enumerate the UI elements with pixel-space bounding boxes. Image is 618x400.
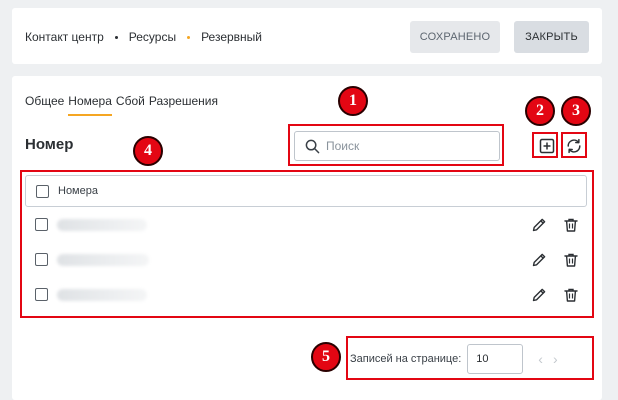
tab-bar: Общее Номера Сбой Разрешения	[25, 94, 222, 116]
tab-general[interactable]: Общее	[25, 94, 64, 116]
tab-numbers[interactable]: Номера	[68, 94, 112, 116]
breadcrumb-resources[interactable]: Ресурсы	[129, 30, 176, 44]
breadcrumb-separator	[114, 35, 118, 39]
annotation-marker-2: 2	[525, 96, 555, 126]
saved-button[interactable]: СОХРАНЕНО	[410, 21, 500, 53]
breadcrumb-contact-center[interactable]: Контакт центр	[25, 30, 104, 44]
annotation-box-search	[288, 124, 504, 166]
annotation-marker-1: 1	[338, 86, 368, 116]
tab-permissions[interactable]: Разрешения	[149, 94, 218, 116]
close-button[interactable]: ЗАКРЫТЬ	[514, 21, 589, 53]
breadcrumb-reserve: Резервный	[201, 30, 263, 44]
tab-failover[interactable]: Сбой	[116, 94, 145, 116]
annotation-box-refresh	[561, 132, 587, 158]
header-bar: Контакт центр Ресурсы Резервный СОХРАНЕН…	[12, 8, 602, 64]
annotation-marker-4: 4	[133, 136, 163, 166]
annotation-marker-3: 3	[561, 96, 591, 126]
breadcrumb-separator	[187, 35, 191, 39]
section-title: Номер	[25, 136, 74, 153]
annotation-box-table	[20, 170, 594, 318]
breadcrumb: Контакт центр Ресурсы Резервный	[25, 30, 262, 44]
annotation-box-pager	[346, 336, 594, 380]
annotation-box-add	[532, 132, 558, 158]
annotation-marker-5: 5	[311, 342, 341, 372]
